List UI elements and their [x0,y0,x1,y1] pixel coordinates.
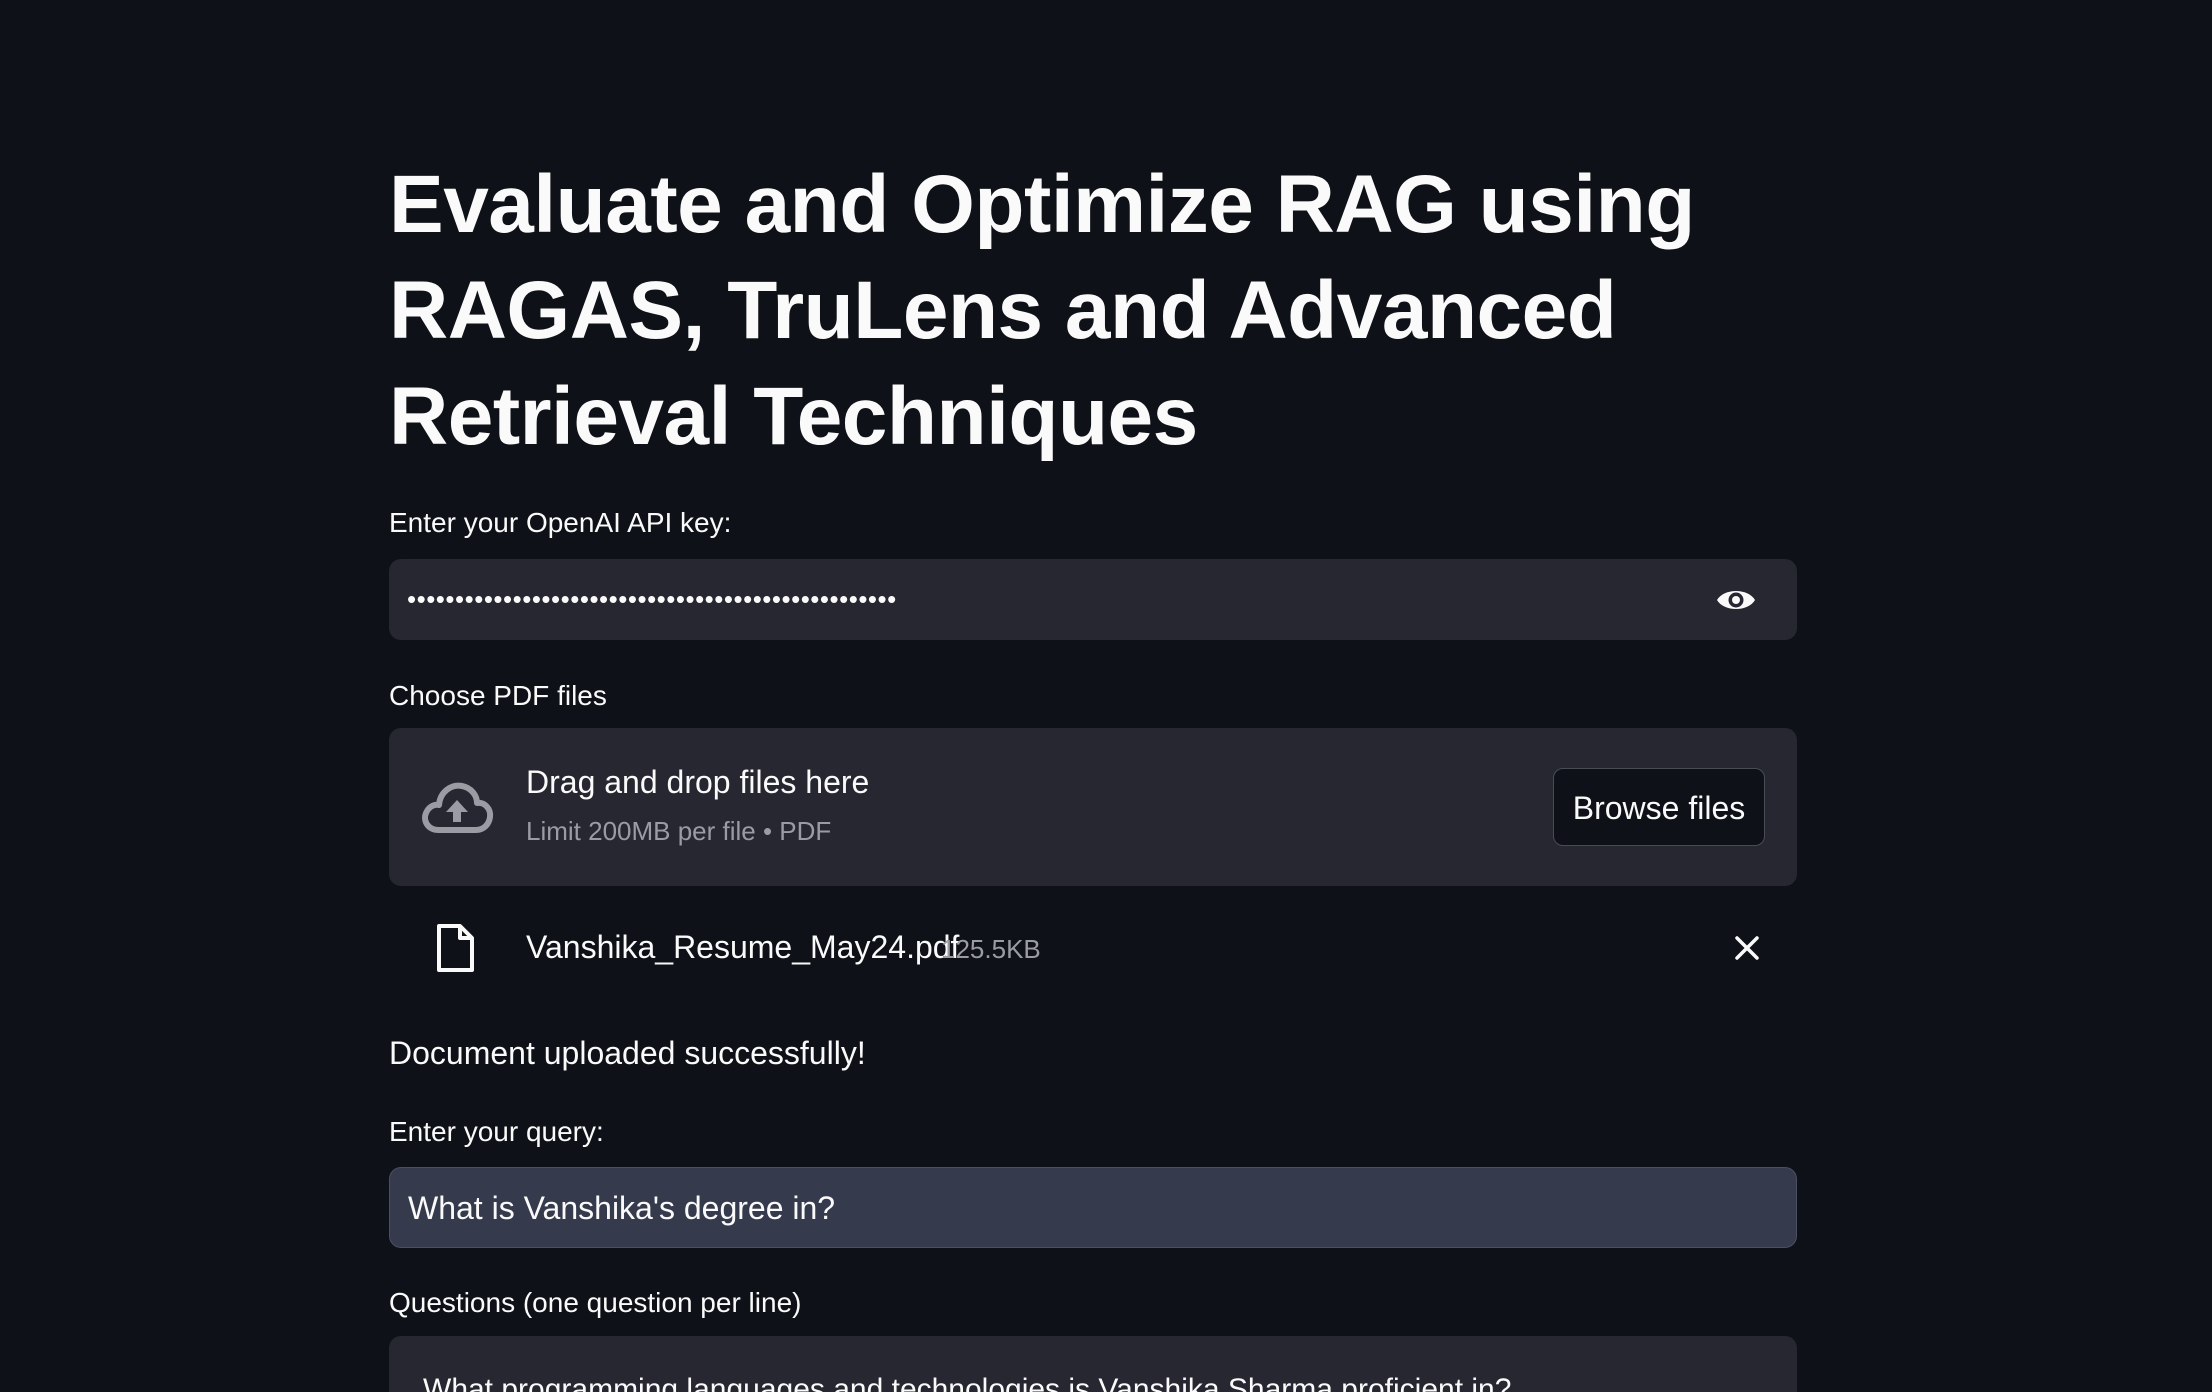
browse-files-button[interactable]: Browse files [1553,768,1765,846]
file-dropzone[interactable]: Drag and drop files here Limit 200MB per… [389,728,1797,886]
query-field[interactable] [389,1167,1797,1248]
upload-success-message: Document uploaded successfully! [389,1035,866,1071]
query-label: Enter your query: [389,1116,604,1147]
eye-icon[interactable] [1715,579,1757,621]
api-key-field[interactable]: ••••••••••••••••••••••••••••••••••••••••… [389,559,1797,640]
cloud-upload-icon [419,778,495,838]
uploaded-file-name: Vanshika_Resume_May24.pdf [526,929,960,965]
uploaded-file-row: Vanshika_Resume_May24.pdf 125.5KB [389,915,1797,981]
questions-label: Questions (one question per line) [389,1287,802,1318]
questions-textarea[interactable]: What programming languages and technolog… [389,1336,1797,1392]
file-icon [435,923,475,973]
questions-first-line[interactable]: What programming languages and technolog… [423,1370,1511,1392]
dropzone-title: Drag and drop files here [526,764,870,800]
uploaded-file-size: 125.5KB [941,934,1041,964]
api-key-masked-value[interactable]: ••••••••••••••••••••••••••••••••••••••••… [407,581,1607,617]
uploader-label: Choose PDF files [389,680,607,711]
dropzone-subtitle: Limit 200MB per file • PDF [526,816,832,846]
app-window: Evaluate and Optimize RAG using RAGAS, T… [0,0,2212,1392]
page-title: Evaluate and Optimize RAG using RAGAS, T… [389,159,1695,462]
query-input[interactable] [408,1186,1768,1230]
api-key-label: Enter your OpenAI API key: [389,507,732,538]
close-icon[interactable] [1729,930,1765,966]
